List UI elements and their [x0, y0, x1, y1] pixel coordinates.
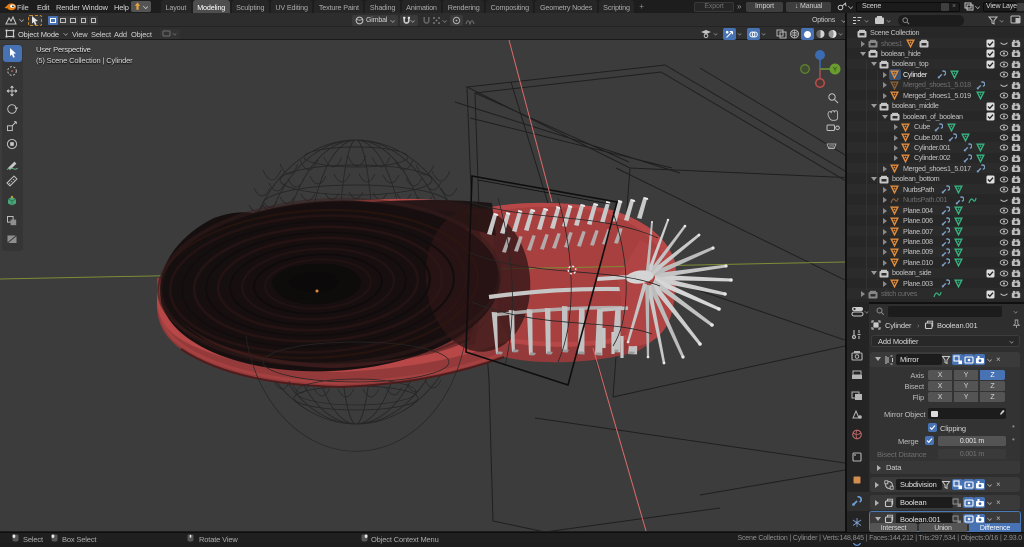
svg-text:Y: Y — [833, 66, 838, 73]
